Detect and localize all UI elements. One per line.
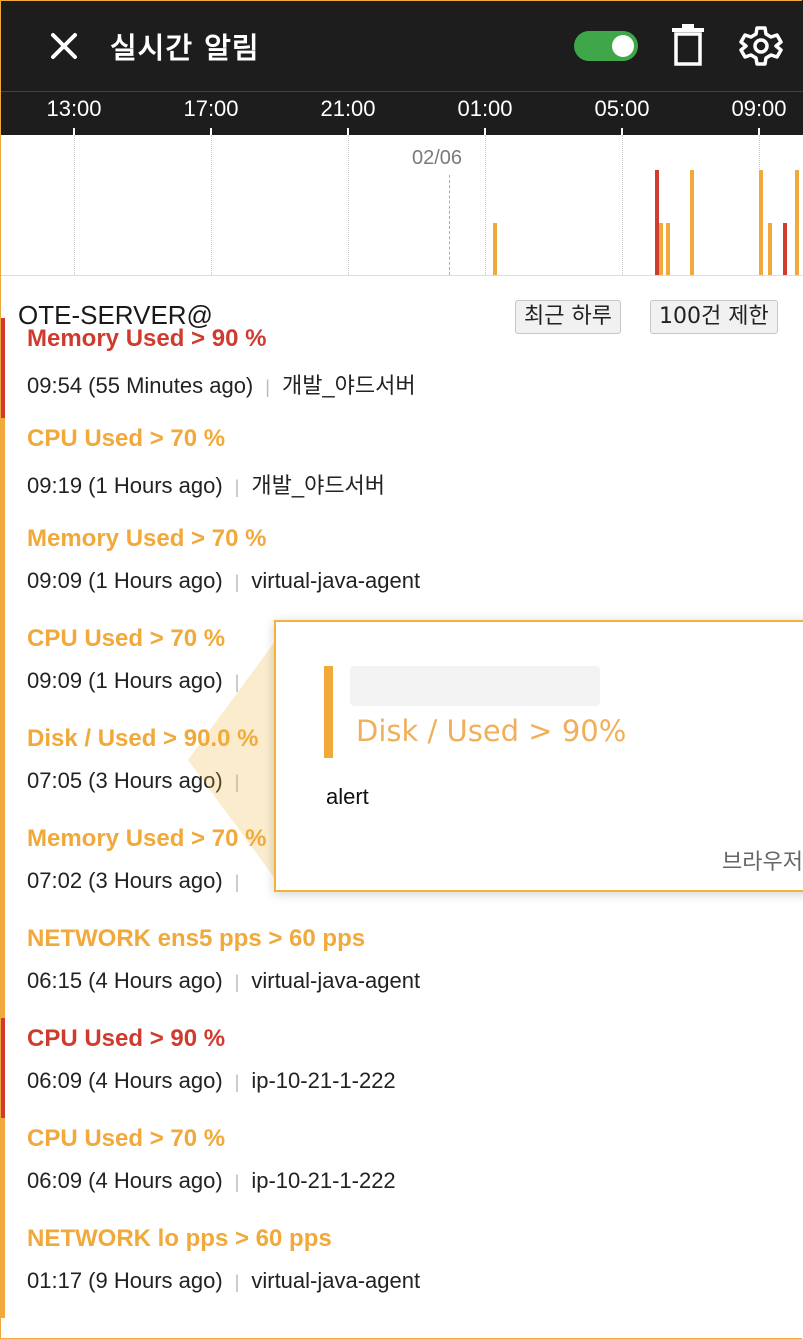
alert-meta: 09:19 (1 Hours ago) | 개발_야드서버 [27, 468, 385, 500]
alert-title: NETWORK lo pps > 60 pps [27, 1225, 332, 1252]
gridline [622, 135, 623, 275]
separator: | [234, 1272, 240, 1292]
alert-bar [493, 223, 497, 275]
time-axis: 13:00 17:00 21:00 01:00 05:00 09:00 [0, 91, 803, 136]
alert-bar [795, 170, 799, 275]
alert-source: 개발_야드서버 [251, 473, 386, 498]
popup-body: alert [326, 784, 369, 809]
alert-title: CPU Used > 70 % [27, 1125, 226, 1152]
date-marker-line [449, 175, 450, 275]
alert-meta: 09:09 (1 Hours ago) | virtual-java-agent [27, 568, 420, 594]
time-tick: 13:00 [46, 96, 102, 121]
trash-icon [672, 24, 704, 66]
notification-popup[interactable]: Disk / Used > 90% alert 브라우저 [274, 620, 803, 892]
alert-timeline-chart[interactable]: 02/06 [0, 135, 803, 276]
alert-time: 09:09 (1 Hours ago) [27, 568, 223, 593]
alert-time: 09:19 (1 Hours ago) [27, 473, 223, 498]
alert-meta: 06:09 (4 Hours ago) | ip-10-21-1-222 [27, 1068, 396, 1094]
alert-meta: 06:15 (4 Hours ago) | virtual-java-agent [27, 968, 420, 994]
alert-meta: 06:09 (4 Hours ago) | ip-10-21-1-222 [27, 1168, 396, 1194]
delete-button[interactable] [670, 24, 706, 66]
gridline [74, 135, 75, 275]
alert-item[interactable]: CPU Used > 70 % 09:19 (1 Hours ago) | 개발_야… [0, 418, 803, 518]
alert-title: CPU Used > 90 % [27, 1025, 226, 1052]
gridline [348, 135, 349, 275]
separator: | [265, 377, 270, 397]
alert-time: 06:15 (4 Hours ago) [27, 968, 223, 993]
alert-time: 06:09 (4 Hours ago) [27, 1168, 223, 1193]
alert-title: Memory Used > 90 % [27, 325, 267, 352]
toggle-knob [612, 35, 634, 57]
alert-bar [768, 223, 772, 275]
alert-title: NETWORK ens5 pps > 60 pps [27, 925, 366, 952]
alert-source: ip-10-21-1-222 [251, 1068, 396, 1093]
header-bar: 실시간 알림 [0, 0, 803, 91]
alert-bar [666, 223, 670, 275]
gridline [211, 135, 212, 275]
alert-bar [659, 223, 663, 275]
alert-item[interactable]: CPU Used > 70 % 06:09 (4 Hours ago) | ip-1… [0, 1118, 803, 1218]
alert-time: 06:09 (4 Hours ago) [27, 1068, 223, 1093]
separator: | [234, 1072, 240, 1092]
popup-source: 브라우저 [722, 850, 803, 875]
date-marker-label: 02/06 [412, 147, 463, 169]
alert-bar [759, 170, 763, 275]
alert-item[interactable]: NETWORK ens5 pps > 60 pps 06:15 (4 Hours… [0, 918, 803, 1018]
alert-bar [783, 223, 787, 275]
alert-source: virtual-java-agent [251, 568, 421, 593]
separator: | [234, 572, 240, 592]
page-title: 실시간 알림 [110, 31, 260, 65]
realtime-toggle[interactable] [574, 31, 638, 61]
alert-item[interactable]: NETWORK lo pps > 60 pps 01:17 (9 Hours a… [0, 1218, 803, 1318]
alert-title: Memory Used > 70 % [27, 525, 267, 552]
alert-source: virtual-java-agent [251, 968, 421, 993]
popup-pointer [188, 640, 276, 880]
alert-item[interactable]: Memory Used > 90 % 09:54 (55 Minutes ago… [0, 318, 803, 418]
separator: | [234, 1172, 240, 1192]
settings-button[interactable] [739, 24, 783, 68]
gear-icon [739, 26, 783, 66]
alert-meta: 09:54 (55 Minutes ago) | 개발_야드서버 [27, 368, 416, 400]
time-tick: 05:00 [594, 96, 650, 121]
separator: | [234, 972, 240, 992]
gridline [485, 135, 486, 275]
time-tick: 17:00 [183, 96, 239, 121]
alert-source: ip-10-21-1-222 [251, 1168, 396, 1193]
time-tick: 09:00 [731, 96, 787, 121]
popup-title: Disk / Used > 90% [356, 714, 627, 748]
alert-time: 01:17 (9 Hours ago) [27, 1268, 223, 1293]
popup-accent-bar [324, 666, 333, 758]
alert-source: virtual-java-agent [251, 1268, 421, 1293]
close-icon [51, 33, 77, 59]
time-tick: 01:00 [457, 96, 513, 121]
alert-bar [690, 170, 694, 275]
alert-time: 09:54 (55 Minutes ago) [27, 373, 254, 398]
alert-title: CPU Used > 70 % [27, 425, 226, 452]
popup-icon-placeholder [350, 666, 600, 706]
alert-item[interactable]: CPU Used > 90 % 06:09 (4 Hours ago) | ip-1… [0, 1018, 803, 1118]
alert-source: 개발_야드서버 [281, 373, 416, 398]
alert-item[interactable]: Memory Used > 70 % 09:09 (1 Hours ago) | v… [0, 518, 803, 618]
close-button[interactable] [44, 26, 84, 66]
separator: | [234, 477, 240, 497]
alert-meta: 01:17 (9 Hours ago) | virtual-java-agent [27, 1268, 420, 1294]
time-tick: 21:00 [320, 96, 376, 121]
